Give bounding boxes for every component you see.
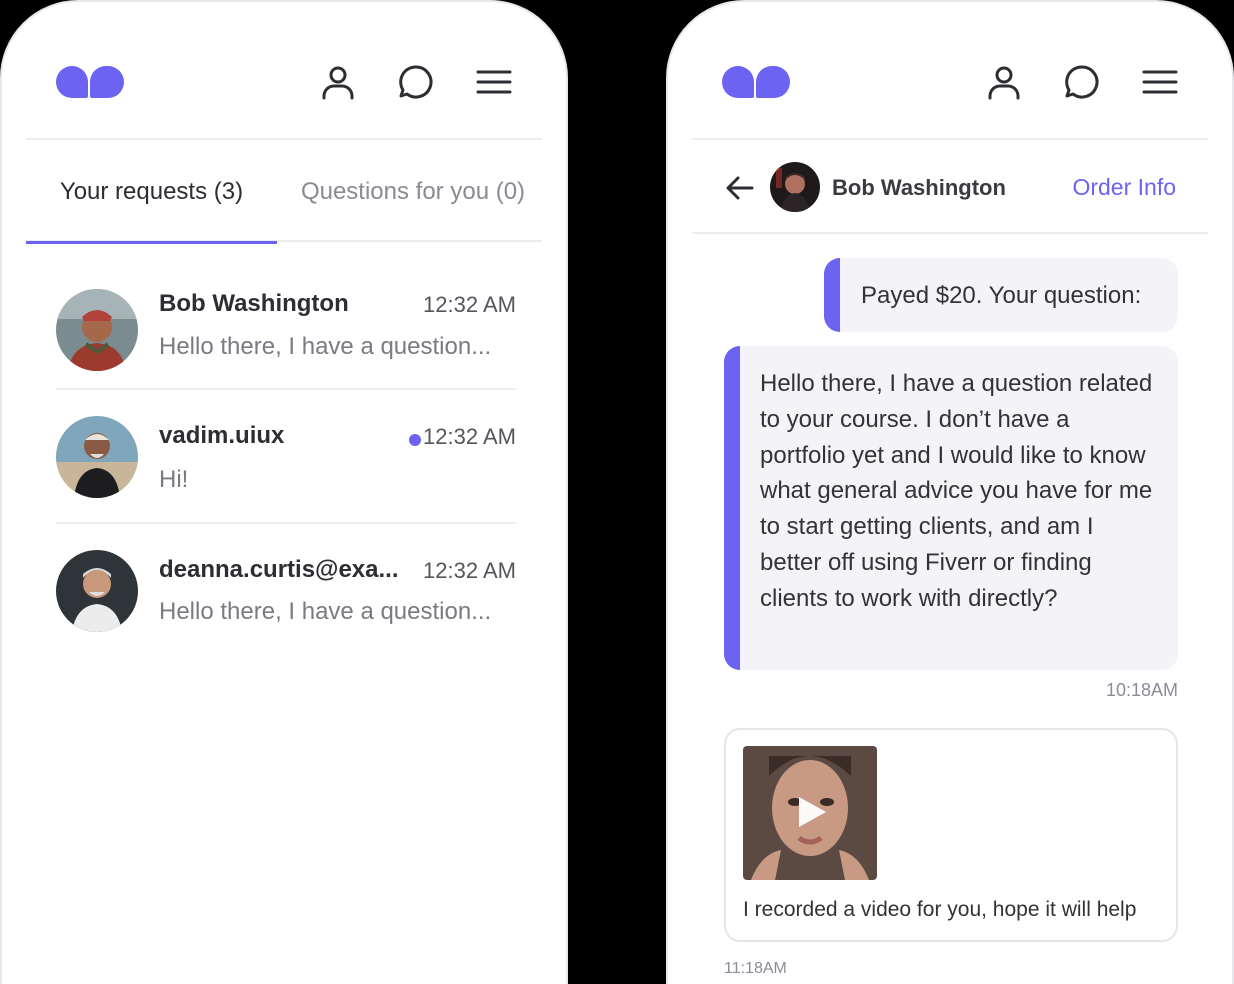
chat-bubble-icon[interactable]	[1062, 62, 1102, 102]
unread-dot-icon	[409, 434, 421, 446]
payment-message-text: Payed $20. Your question:	[861, 282, 1142, 309]
timestamp: 12:32 AM	[423, 292, 516, 317]
chat-header: Bob Washington Order Info	[692, 142, 1208, 234]
message-accent-bar	[824, 258, 840, 332]
timestamp: 12:32 AM	[423, 558, 516, 583]
top-bar	[692, 2, 1208, 140]
message-timestamp: 11:18AM	[724, 960, 787, 977]
brand-logo[interactable]	[56, 66, 124, 100]
tab-your-requests[interactable]: Your requests (3)	[26, 142, 277, 244]
tab-questions-for-you[interactable]: Questions for you (0)	[282, 142, 544, 242]
top-bar	[26, 2, 542, 140]
avatar	[56, 289, 138, 371]
video-message-card: I recorded a video for you, hope it will…	[724, 728, 1178, 942]
message-preview: Hi!	[159, 466, 189, 493]
contact-name: Bob Washington	[159, 290, 349, 317]
message-preview: Hello there, I have a question...	[159, 598, 492, 625]
order-info-link[interactable]: Order Info	[1072, 174, 1176, 201]
avatar	[56, 550, 138, 632]
request-tabs: Your requests (3) Questions for you (0)	[26, 142, 544, 244]
phone-screen-requests: Your requests (3) Questions for you (0) …	[0, 0, 568, 984]
question-message: Hello there, I have a question related t…	[724, 346, 1178, 670]
payment-message: Payed $20. Your question:	[824, 258, 1178, 332]
message-accent-bar	[724, 346, 740, 670]
avatar	[56, 416, 138, 498]
hamburger-menu-icon[interactable]	[474, 62, 514, 102]
chat-bubble-icon[interactable]	[396, 62, 436, 102]
contact-name: vadim.uiux	[159, 422, 285, 449]
chat-contact-name: Bob Washington	[832, 175, 1006, 200]
timestamp: 12:32 AM	[423, 424, 516, 449]
video-caption: I recorded a video for you, hope it will…	[743, 898, 1137, 921]
user-icon[interactable]	[318, 62, 358, 102]
brand-logo[interactable]	[722, 66, 790, 100]
message-timestamp: 10:18AM	[1105, 680, 1178, 700]
conversation-item-bob[interactable]: Bob Washington 12:32 AM Hello there, I h…	[56, 256, 516, 390]
conversation-item-vadim[interactable]: vadim.uiux 12:32 AM Hi!	[56, 390, 516, 524]
contact-name: deanna.curtis@exa...	[159, 556, 399, 583]
phone-screen-chat: Bob Washington Order Info Payed $20. You…	[666, 0, 1234, 984]
message-preview: Hello there, I have a question...	[159, 333, 492, 360]
avatar	[770, 162, 820, 212]
question-message-text: Hello there, I have a question related t…	[760, 370, 1153, 612]
back-arrow-icon[interactable]	[724, 172, 756, 204]
hamburger-menu-icon[interactable]	[1140, 62, 1180, 102]
play-icon[interactable]	[793, 794, 829, 830]
conversation-item-deanna[interactable]: deanna.curtis@exa... 12:32 AM Hello ther…	[56, 524, 516, 658]
video-thumbnail[interactable]	[743, 746, 877, 880]
user-icon[interactable]	[984, 62, 1024, 102]
